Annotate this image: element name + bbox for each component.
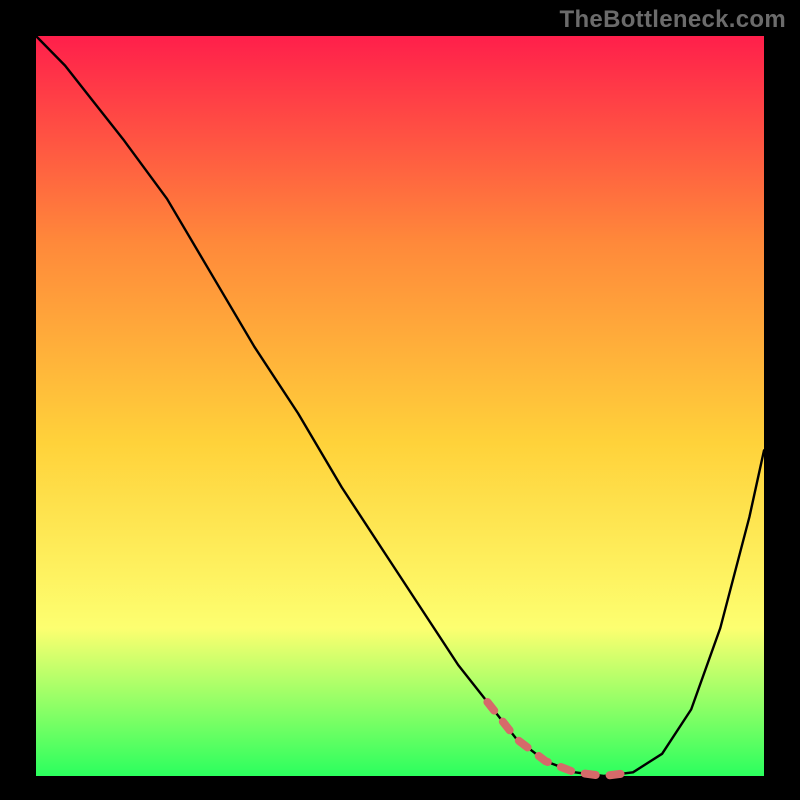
plot-area <box>36 36 764 776</box>
bottleneck-chart <box>0 0 800 800</box>
watermark-text: TheBottleneck.com <box>560 6 786 34</box>
chart-stage: TheBottleneck.com <box>0 0 800 800</box>
